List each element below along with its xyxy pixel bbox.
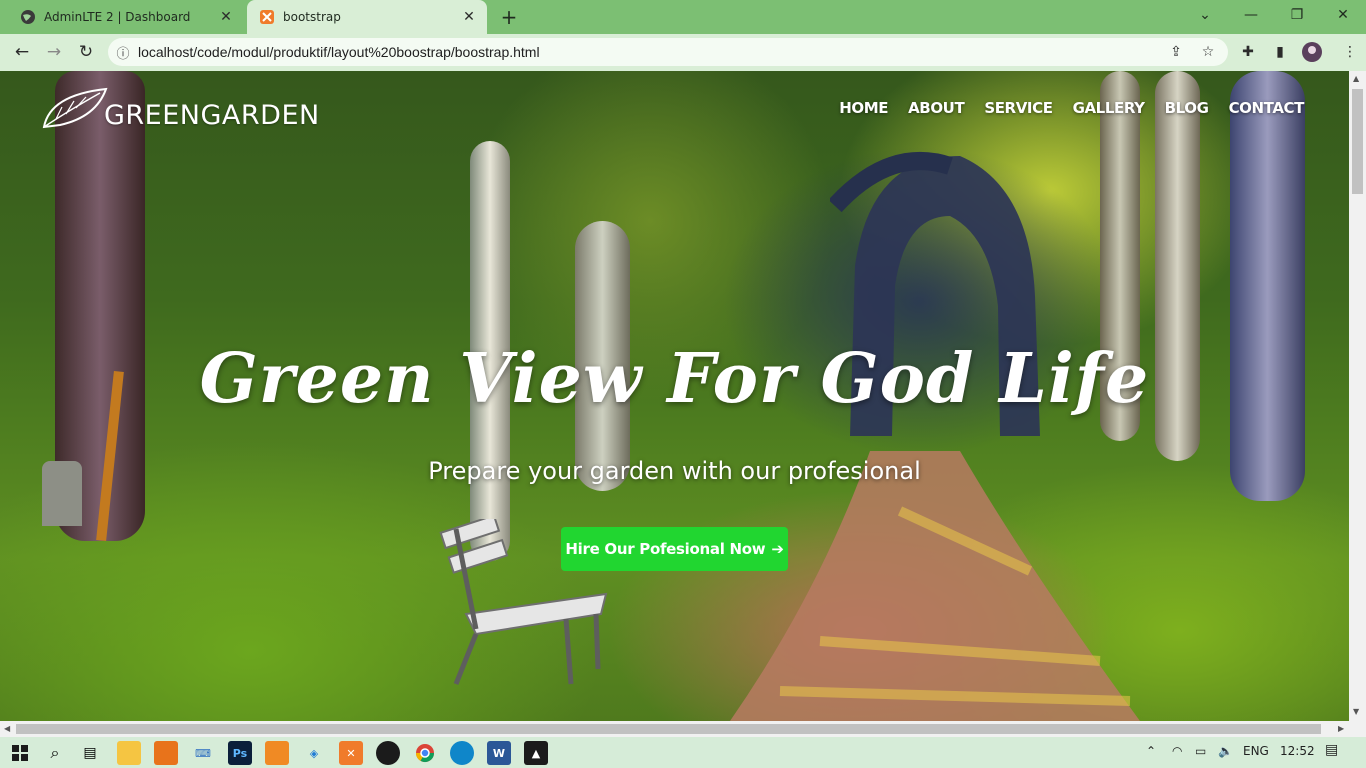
language-indicator[interactable]: ENG <box>1243 744 1269 758</box>
nav-home[interactable]: HOME <box>839 99 888 117</box>
vertical-scrollbar[interactable]: ▲ ▼ <box>1349 71 1366 721</box>
reload-button[interactable]: ↻ <box>72 38 100 66</box>
notifications-icon[interactable]: ▤ <box>1325 742 1338 758</box>
task-view-icon[interactable]: ▤ <box>78 741 102 765</box>
start-icon[interactable] <box>8 741 32 765</box>
address-bar[interactable]: ⓘ localhost/code/modul/produktif/layout%… <box>108 38 1228 66</box>
scroll-up-icon[interactable]: ▲ <box>1353 74 1359 83</box>
page-viewport: GREENGARDEN HOME ABOUT SERVICE GALLERY B… <box>0 71 1349 721</box>
tab-title: bootstrap <box>283 10 341 24</box>
photoshop-icon[interactable]: Ps <box>228 741 252 765</box>
show-hidden-icons-icon[interactable]: ⌃ <box>1146 744 1156 758</box>
hire-button[interactable]: Hire Our Pofesional Now ➔ <box>561 527 788 571</box>
scroll-left-icon[interactable]: ◀ <box>4 724 10 733</box>
scroll-thumb[interactable] <box>1352 89 1363 194</box>
tab-adminlte[interactable]: AdminLTE 2 | Dashboard ✕ <box>8 0 244 34</box>
new-tab-button[interactable]: + <box>496 5 522 29</box>
extensions-icon[interactable]: ✚ <box>1236 40 1260 64</box>
menu-icon[interactable]: ⋮ <box>1338 40 1362 64</box>
avatar[interactable] <box>1300 40 1324 64</box>
nav-contact[interactable]: CONTACT <box>1229 99 1305 117</box>
site-logo[interactable]: GREENGARDEN <box>40 87 320 131</box>
forward-button[interactable]: → <box>40 38 68 66</box>
orange-app-icon[interactable] <box>265 741 289 765</box>
tab-bootstrap[interactable]: bootstrap ✕ <box>247 0 487 34</box>
battery-icon[interactable]: ▭ <box>1195 744 1206 758</box>
cta-label: Hire Our Pofesional Now <box>565 540 766 558</box>
bookmark-star-icon[interactable]: ☆ <box>1196 40 1220 64</box>
file-explorer-icon[interactable] <box>117 741 141 765</box>
tab-search-icon[interactable]: ⌄ <box>1182 0 1228 30</box>
scroll-right-icon[interactable]: ▶ <box>1338 724 1344 733</box>
garden-path <box>730 451 1140 721</box>
side-panel-icon[interactable]: ▮ <box>1268 40 1292 64</box>
tree-trunk <box>1230 71 1305 501</box>
tab-strip: AdminLTE 2 | Dashboard ✕ bootstrap ✕ + ⌄… <box>0 0 1366 34</box>
sublime-icon[interactable] <box>154 741 178 765</box>
globe-icon <box>20 9 36 25</box>
minimize-button[interactable]: — <box>1228 0 1274 30</box>
nav-blog[interactable]: BLOG <box>1165 99 1209 117</box>
xampp-icon[interactable]: ✕ <box>339 741 363 765</box>
close-window-button[interactable]: ✕ <box>1320 0 1366 30</box>
word-icon[interactable]: W <box>487 741 511 765</box>
xampp-icon <box>259 9 275 25</box>
main-nav: HOME ABOUT SERVICE GALLERY BLOG CONTACT <box>819 99 1304 117</box>
nav-about[interactable]: ABOUT <box>908 99 965 117</box>
close-icon[interactable]: ✕ <box>459 7 479 27</box>
tab-title: AdminLTE 2 | Dashboard <box>44 10 191 24</box>
chrome-icon[interactable] <box>413 741 437 765</box>
clock[interactable]: 12:52 <box>1280 744 1315 758</box>
photos-icon[interactable]: ▲ <box>524 741 548 765</box>
keyboard-icon[interactable]: ⌨ <box>191 741 215 765</box>
arrow-right-icon: ➔ <box>771 540 784 558</box>
brand-name: GREENGARDEN <box>104 100 320 131</box>
share-icon[interactable]: ⇪ <box>1164 40 1188 64</box>
hero-subheadline: Prepare your garden with our profesional <box>428 457 921 485</box>
url-text: localhost/code/modul/produktif/layout%20… <box>138 44 540 60</box>
leaf-logo-icon <box>42 87 108 129</box>
taskbar: ⌕ ▤ ⌨ Ps ◈ ✕ W ▲ ⌃ ◠ ▭ 🔈 ENG 12:52 ▤ <box>0 737 1366 768</box>
scroll-thumb[interactable] <box>16 724 1321 734</box>
nav-gallery[interactable]: GALLERY <box>1073 99 1145 117</box>
info-icon[interactable]: ⓘ <box>108 43 138 62</box>
close-icon[interactable]: ✕ <box>216 7 236 27</box>
scroll-down-icon[interactable]: ▼ <box>1353 707 1359 716</box>
hero-headline: Green View For God Life <box>199 339 1150 419</box>
winamp-icon[interactable] <box>376 741 400 765</box>
search-icon[interactable]: ⌕ <box>43 741 67 765</box>
edge-icon[interactable] <box>450 741 474 765</box>
nav-service[interactable]: SERVICE <box>984 99 1053 117</box>
back-button[interactable]: ← <box>8 38 36 66</box>
vscode-icon[interactable]: ◈ <box>302 741 326 765</box>
restore-button[interactable]: ❐ <box>1274 0 1320 30</box>
horizontal-scrollbar[interactable]: ◀ ▶ <box>0 721 1366 737</box>
wifi-icon[interactable]: ◠ <box>1172 744 1182 758</box>
volume-icon[interactable]: 🔈 <box>1218 744 1233 758</box>
